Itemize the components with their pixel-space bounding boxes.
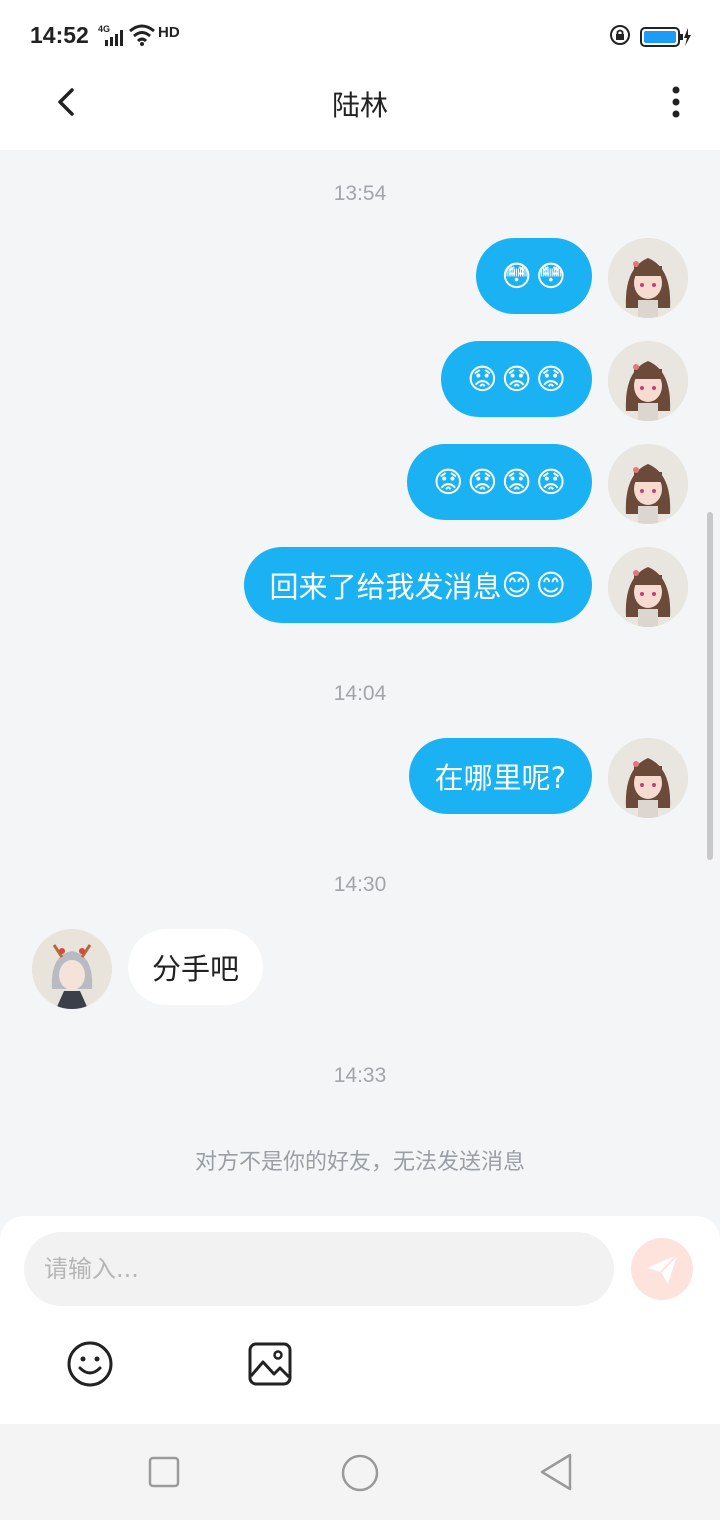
avatar-girl-image (608, 341, 688, 421)
message-bubble-incoming[interactable]: 分手吧 (128, 929, 264, 1005)
more-vertical-icon (672, 86, 680, 118)
flushed-emoji: 😳 (535, 259, 566, 293)
avatar-girl-image (608, 738, 688, 818)
send-button[interactable] (631, 1238, 693, 1300)
orientation-lock-icon (610, 25, 630, 45)
back-icon[interactable] (538, 1452, 574, 1492)
hd-icon: HD (158, 24, 180, 41)
message-text: 回来了给我发消息 (269, 570, 502, 604)
system-notice: 对方不是你的好友，无法发送消息 (194, 1150, 525, 1175)
send-icon (647, 1254, 678, 1284)
emoji-icon (67, 1341, 113, 1387)
image-icon (248, 1342, 292, 1386)
worried-emoji: 😟 (501, 465, 532, 499)
message-input[interactable] (24, 1232, 614, 1306)
smiling-emoji: 😊 (501, 568, 532, 602)
timestamp: 13:54 (333, 182, 387, 205)
message-bubble-outgoing[interactable]: 😳 😳 (475, 238, 592, 314)
avatar-self[interactable] (608, 547, 688, 627)
avatar-girl-image (608, 444, 688, 524)
worried-emoji: 😟 (501, 362, 532, 396)
worried-emoji: 😟 (535, 465, 566, 499)
chat-header: 陆林 (0, 72, 720, 150)
avatar-self[interactable] (608, 444, 688, 524)
signal-icon (105, 30, 123, 46)
composer-panel (0, 1216, 720, 1424)
avatar-self[interactable] (608, 341, 688, 421)
avatar-self[interactable] (608, 738, 688, 818)
wifi-icon (129, 24, 155, 46)
recent-apps-icon[interactable] (148, 1456, 180, 1488)
worried-emoji: 😟 (535, 362, 566, 396)
chat-title: 陆林 (331, 89, 388, 122)
avatar-boy-image (32, 929, 112, 1009)
worried-emoji: 😟 (467, 362, 498, 396)
message-text: 在哪里呢? (434, 761, 566, 795)
message-bubble-outgoing[interactable]: 😟 😟 😟 (441, 341, 592, 417)
system-nav-bar (0, 1424, 720, 1520)
avatar-girl-image (608, 238, 688, 318)
image-button[interactable] (246, 1340, 294, 1392)
avatar-self[interactable] (608, 238, 688, 318)
avatar-girl-image (608, 547, 688, 627)
message-bubble-outgoing[interactable]: 回来了给我发消息 😊 😊 (243, 547, 592, 623)
avatar-contact[interactable] (32, 929, 112, 1009)
timestamp: 14:33 (333, 1064, 387, 1087)
home-icon[interactable] (340, 1453, 380, 1493)
status-time: 14:52 (30, 22, 89, 48)
battery-charging-icon (640, 27, 691, 47)
worried-emoji: 😟 (433, 465, 464, 499)
message-text: 分手吧 (152, 952, 240, 986)
scrollbar[interactable] (707, 512, 713, 860)
timestamp: 14:04 (333, 682, 387, 705)
emoji-button[interactable] (66, 1340, 114, 1392)
more-options-button[interactable] (660, 80, 692, 124)
message-list[interactable]: 13:54 😳 😳 😟 😟 😟 😟 😟 😟 😟 回来了给我发消息 😊 😊 14:… (0, 150, 720, 1216)
worried-emoji: 😟 (467, 465, 498, 499)
message-bubble-outgoing[interactable]: 😟 😟 😟 😟 (407, 444, 592, 520)
status-bar: 14:52 4G HD (0, 0, 720, 72)
smiling-emoji: 😊 (535, 568, 566, 602)
flushed-emoji: 😳 (501, 259, 532, 293)
timestamp: 14:30 (333, 873, 387, 896)
message-bubble-outgoing[interactable]: 在哪里呢? (408, 738, 592, 814)
